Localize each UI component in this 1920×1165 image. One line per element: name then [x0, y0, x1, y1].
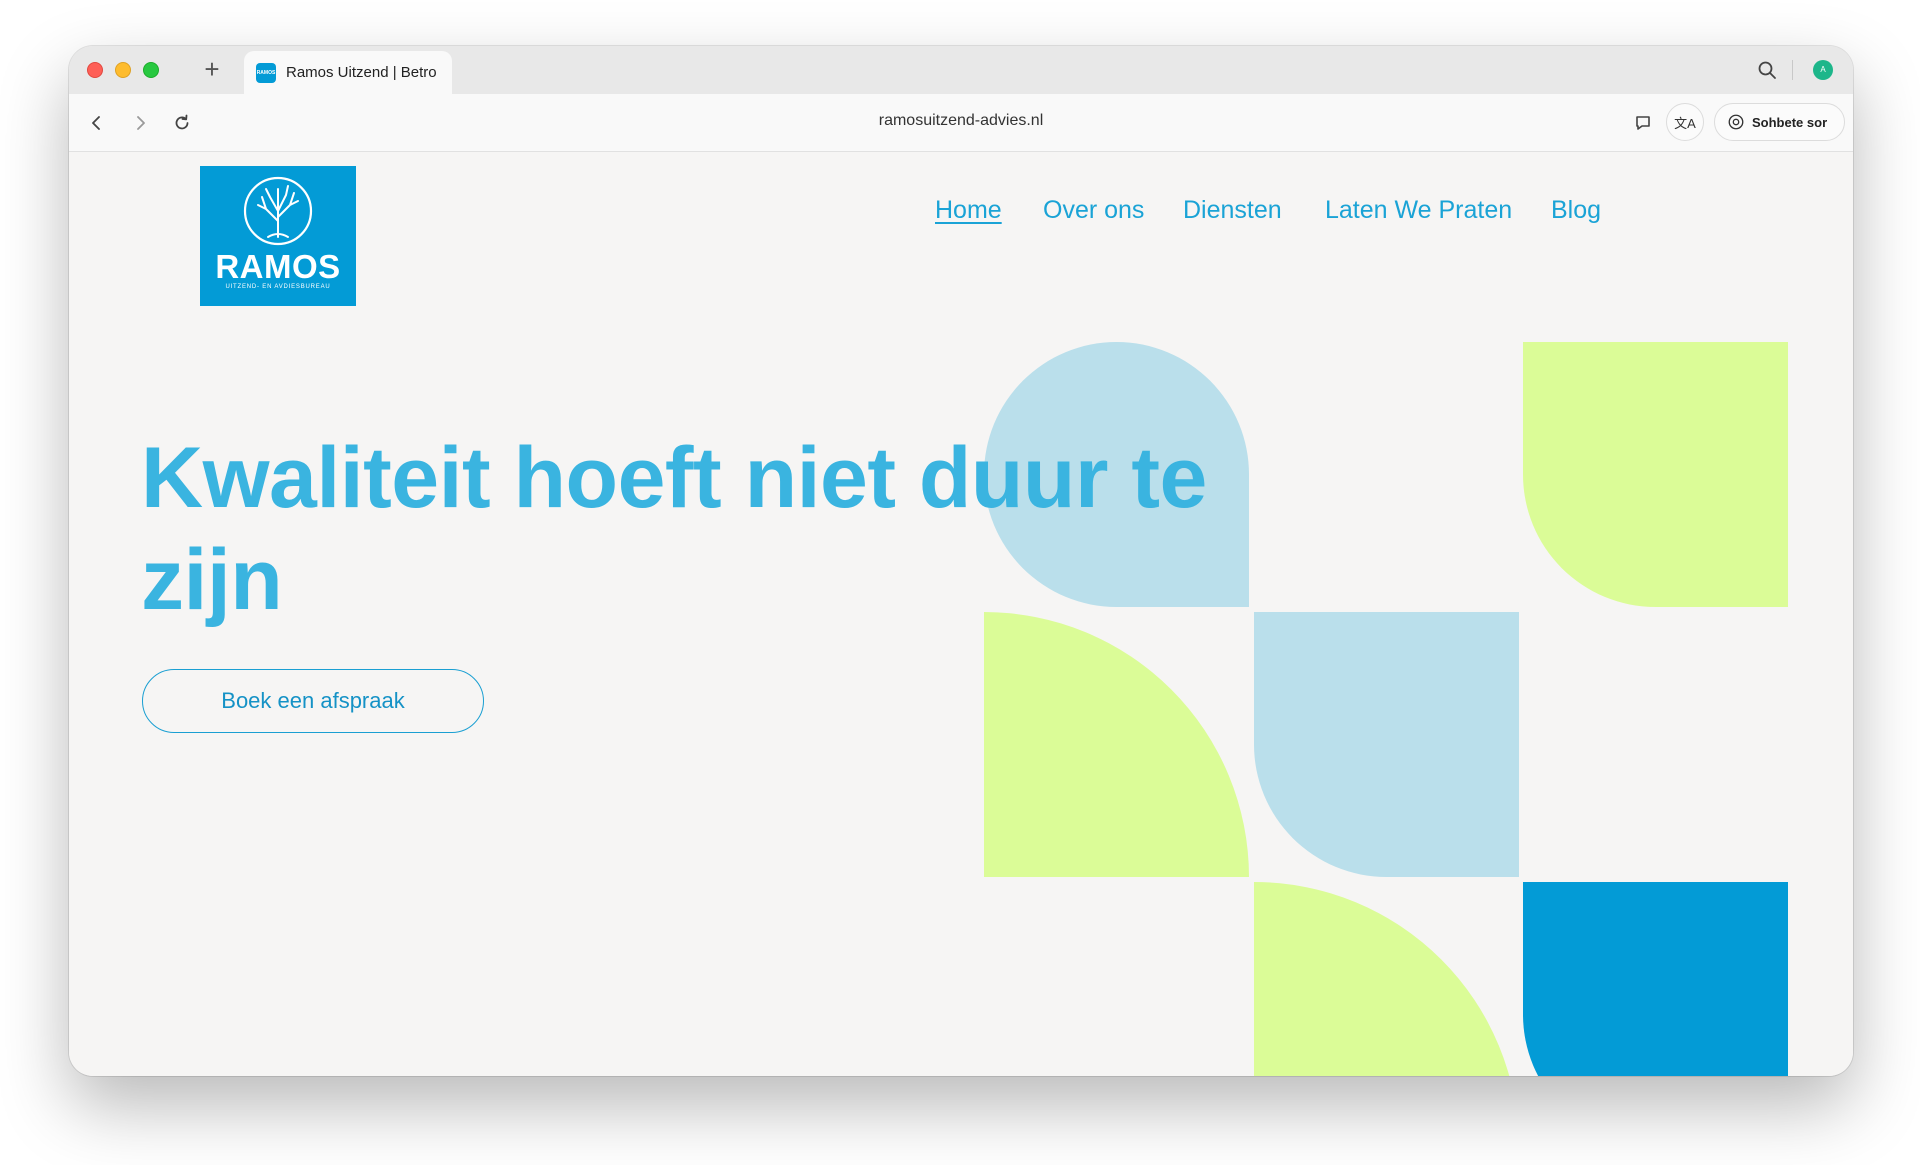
logo-tagline: UITZEND- EN AVDIESBUREAU — [225, 284, 331, 290]
site-logo[interactable]: RAMOS UITZEND- EN AVDIESBUREAU — [200, 166, 356, 306]
tab-title: Ramos Uitzend | Betro — [286, 64, 437, 81]
favicon-icon: RAMOS — [256, 62, 276, 83]
plus-icon[interactable]: + — [197, 55, 227, 85]
nav-item-laten-we-praten[interactable]: Laten We Praten — [1325, 196, 1512, 225]
zoom-window-button[interactable] — [143, 62, 159, 78]
book-appointment-button[interactable]: Boek een afspraak — [142, 669, 484, 733]
browser-window: + RAMOS Ramos Uitzend | Betro A ramosuit… — [69, 46, 1853, 1076]
decor-shape-blue-middle — [1254, 612, 1519, 877]
address-bar[interactable]: ramosuitzend-advies.nl — [69, 112, 1853, 130]
logo-name: RAMOS — [215, 248, 341, 285]
divider — [1792, 60, 1793, 80]
profile-avatar[interactable]: A — [1813, 60, 1833, 80]
minimize-window-button[interactable] — [115, 62, 131, 78]
hero-title: Kwaliteit hoeft niet duur te zijn — [141, 430, 1207, 628]
close-window-button[interactable] — [87, 62, 103, 78]
ai-chat-label: Sohbete sor — [1752, 114, 1828, 130]
browser-toolbar: ramosuitzend-advies.nl 文A Sohbete sor — [69, 94, 1853, 152]
nav-item-blog[interactable]: Blog — [1551, 196, 1601, 225]
decor-shape-lime-top-right — [1523, 342, 1788, 607]
decor-shape-blue-bottom-right — [1523, 882, 1788, 1076]
tree-icon — [243, 176, 313, 246]
search-icon[interactable] — [1757, 60, 1777, 80]
ai-chat-button[interactable]: Sohbete sor — [1714, 103, 1845, 141]
nav-item-over-ons[interactable]: Over ons — [1043, 196, 1144, 225]
chat-bubble-icon[interactable] — [1633, 113, 1653, 133]
decor-shape-lime-middle-left — [984, 612, 1249, 877]
tab-active[interactable]: RAMOS Ramos Uitzend | Betro — [244, 51, 452, 94]
decor-shape-lime-bottom — [1254, 882, 1519, 1076]
chatgpt-icon — [1728, 114, 1744, 130]
webpage: RAMOS UITZEND- EN AVDIESBUREAU Home Over… — [69, 153, 1853, 1076]
nav-item-diensten[interactable]: Diensten — [1183, 196, 1282, 225]
nav-item-home[interactable]: Home — [935, 196, 1002, 225]
translate-icon[interactable]: 文A — [1666, 103, 1704, 141]
tab-strip: + RAMOS Ramos Uitzend | Betro A — [69, 46, 1853, 94]
